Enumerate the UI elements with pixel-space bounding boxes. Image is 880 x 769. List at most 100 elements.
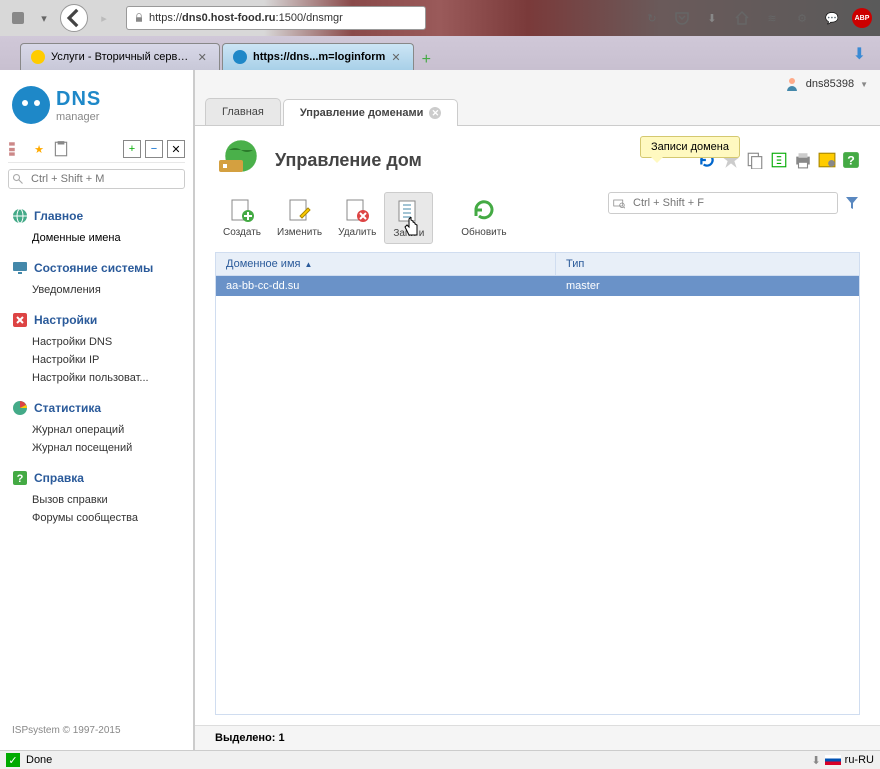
tab-label: https://dns...m=loginform [253,51,385,63]
reload-icon[interactable]: ↻ [642,8,662,28]
browser-chrome: ▾ ▸ https://dns0.host-food.ru:1500/dnsmg… [0,0,880,70]
home-icon[interactable] [732,8,752,28]
create-button[interactable]: Создать [215,192,269,242]
dropdown-icon[interactable]: ▾ [34,8,54,28]
action-bar: Создать Изменить Удалить Запи и [215,192,860,244]
download-arrow-icon[interactable]: ⬇ [811,754,820,767]
app-logo: DNS manager [8,78,185,136]
nav-item-domains[interactable]: Доменные имена [8,229,185,247]
download-indicator-icon[interactable]: ⬇ [853,44,866,64]
nav-item-dns[interactable]: Настройки DNS [8,333,185,351]
sidebar-search [8,169,185,189]
main-area: dns85398 ▼ Главная Управление доменами ✕… [195,70,880,750]
nav-item-callhelp[interactable]: Вызов справки [8,491,185,509]
browser-tabs: Услуги - Вторичный сервер... ✕ https://d… [0,36,880,70]
pocket-icon[interactable] [672,8,692,28]
sidebar-tools: ★ + − ✕ [8,136,185,163]
main-tabs: Главная Управление доменами ✕ [195,98,880,126]
logo-icon [12,86,50,124]
nav-item-ip[interactable]: Настройки IP [8,351,185,369]
nav-item-notifications[interactable]: Уведомления [8,281,185,299]
data-table: Доменное имя ▲ Тип aa-bb-cc-dd.su master [215,252,860,715]
monitor-icon [12,260,28,276]
tab-close-icon[interactable]: ✕ [391,51,403,63]
td-type: master [556,276,859,296]
isp-logo-icon[interactable] [8,8,28,28]
add-icon[interactable]: + [123,140,141,158]
lock-icon [133,12,145,24]
nav-item-user[interactable]: Настройки пользоват... [8,369,185,387]
main-tab-domains[interactable]: Управление доменами ✕ [283,99,459,126]
th-domain[interactable]: Доменное имя ▲ [216,253,556,275]
tab-favicon [31,50,45,64]
logo-text-small: manager [56,111,99,123]
copy-tool-icon[interactable] [746,151,764,169]
nav-item-visitlog[interactable]: Журнал посещений [8,439,185,457]
records-button[interactable]: Запи и [384,192,433,244]
globe-icon [12,208,28,224]
dev-icon[interactable]: ⚙ [792,8,812,28]
nav-header-main[interactable]: Главное [8,203,185,229]
tab-favicon [233,50,247,64]
status-text: Done [26,754,52,766]
tab-label: Услуги - Вторичный сервер... [51,51,192,63]
pie-icon [12,400,28,416]
sync-icon[interactable]: ≋ [762,8,782,28]
page-header: Управление дом Записи домена ? [215,136,860,184]
content: Управление дом Записи домена ? Создать [195,126,880,725]
browser-tab-1[interactable]: https://dns...m=loginform ✕ [222,43,414,70]
star-icon[interactable]: ★ [30,140,48,158]
delete-button[interactable]: Удалить [330,192,384,242]
tree-icon[interactable] [8,140,26,158]
flag-ru-icon [825,755,841,765]
user-dropdown-icon[interactable]: ▼ [860,80,868,89]
bubble-icon[interactable]: 💬 [822,8,842,28]
locale-text: ru-RU [845,754,874,766]
export-tool-icon[interactable] [770,151,788,169]
refresh-button[interactable]: Обновить [453,192,514,242]
sidebar-search-input[interactable] [8,169,185,189]
tab-close-icon[interactable]: ✕ [429,107,441,119]
tab-close-icon[interactable]: ✕ [198,51,209,63]
filter-icon[interactable] [844,195,860,211]
help-tool-icon[interactable]: ? [842,151,860,169]
settings-tool-icon[interactable] [818,151,836,169]
svg-text:?: ? [847,154,855,168]
sidebar: DNS manager ★ + − ✕ Главное Доменные име [0,70,195,750]
th-type[interactable]: Тип [556,253,859,275]
search-icon [12,173,24,185]
action-search [608,192,860,214]
status-ok-icon: ✓ [6,753,20,767]
browser-toolbar: ▾ ▸ https://dns0.host-food.ru:1500/dnsmg… [0,0,880,36]
nav-item-forums[interactable]: Форумы сообщества [8,509,185,527]
nav-item-oplog[interactable]: Журнал операций [8,421,185,439]
user-name[interactable]: dns85398 [806,78,854,90]
tools-icon [12,312,28,328]
clipboard-icon[interactable] [52,140,70,158]
edit-button[interactable]: Изменить [269,192,330,242]
back-button[interactable] [60,4,88,32]
remove-icon[interactable]: − [145,140,163,158]
page-title: Управление дом [275,150,422,171]
browser-tab-0[interactable]: Услуги - Вторичный сервер... ✕ [20,43,220,70]
svg-text:?: ? [17,473,24,485]
nav-header-help[interactable]: ? Справка [8,465,185,491]
nav-header-stats[interactable]: Статистика [8,395,185,421]
new-tab-button[interactable]: + [416,50,436,70]
table-row[interactable]: aa-bb-cc-dd.su master [216,276,859,296]
close-panel-icon[interactable]: ✕ [167,140,185,158]
main-tab-home[interactable]: Главная [205,98,281,125]
url-text: https://dns0.host-food.ru:1500/dnsmgr [149,12,343,24]
status-bar: ✓ Done ⬇ ru-RU [0,750,880,769]
tooltip: Записи домена [640,136,740,158]
print-tool-icon[interactable] [794,151,812,169]
nav-header-system[interactable]: Состояние системы [8,255,185,281]
abp-icon[interactable]: ABP [852,8,872,28]
download-icon[interactable]: ⬇ [702,8,722,28]
url-bar[interactable]: https://dns0.host-food.ru:1500/dnsmgr [126,6,426,30]
nav-header-settings[interactable]: Настройки [8,307,185,333]
forward-button[interactable]: ▸ [94,8,114,28]
action-search-input[interactable] [608,192,838,214]
sort-asc-icon: ▲ [304,260,312,269]
td-domain: aa-bb-cc-dd.su [216,276,556,296]
